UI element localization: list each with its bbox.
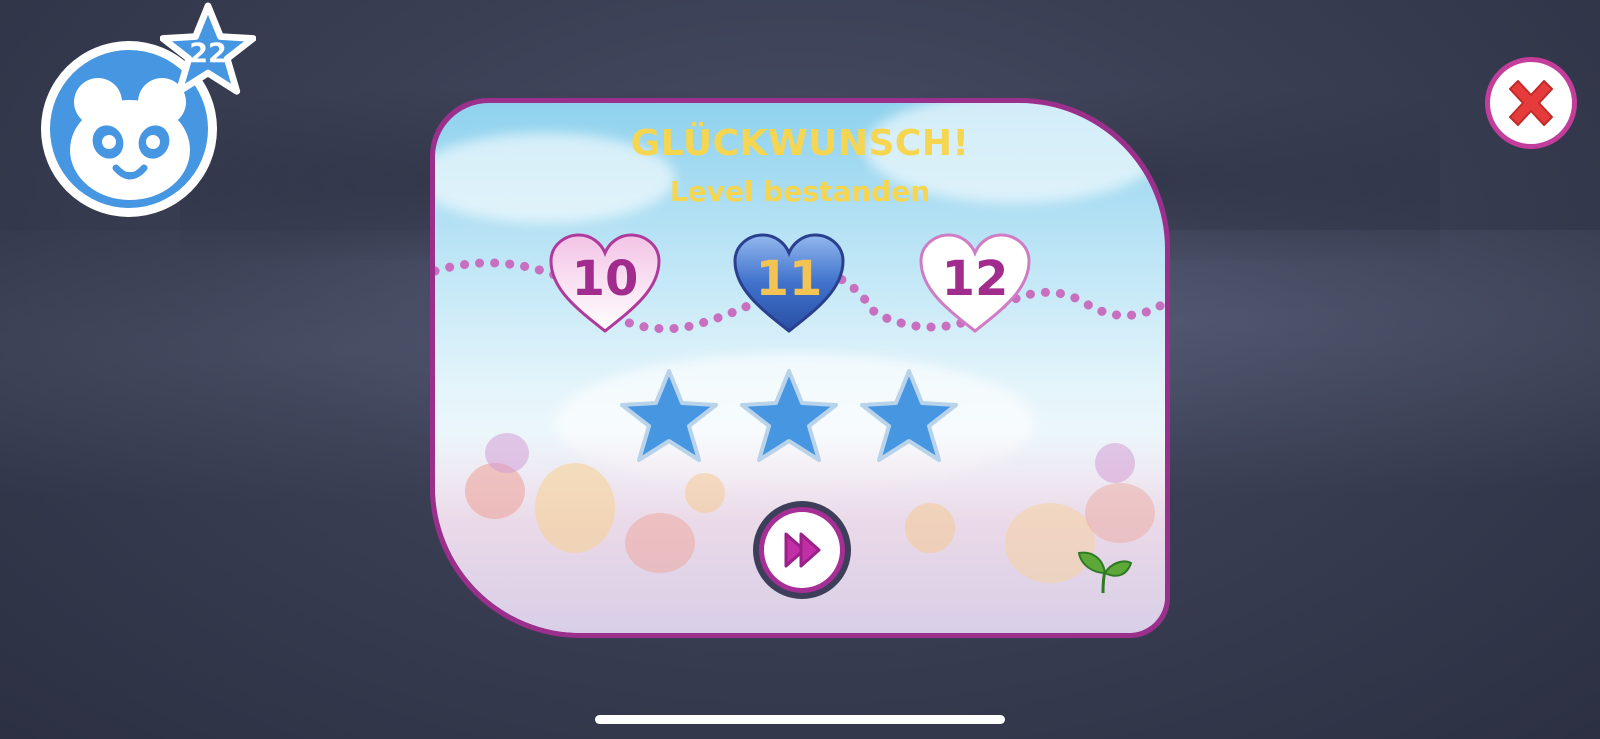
star-badge[interactable]: 22 (159, 2, 257, 98)
level-number: 11 (755, 251, 823, 307)
level-heart-10[interactable]: 10 (547, 231, 663, 337)
star-icon (620, 369, 718, 462)
earned-star-1 (617, 367, 721, 467)
star-count: 22 (189, 37, 227, 69)
close-x-icon (1509, 80, 1553, 126)
star-icon (860, 369, 958, 462)
dialog-background: GLÜCKWUNSCH! Level bestanden 10 11 12 (435, 103, 1165, 633)
level-number: 12 (941, 251, 1009, 307)
next-level-button[interactable] (753, 501, 851, 599)
level-heart-12[interactable]: 12 (917, 231, 1033, 337)
star-icon (740, 369, 838, 462)
sprout-icon (1077, 551, 1133, 594)
earned-star-3 (857, 367, 961, 467)
home-indicator[interactable] (595, 715, 1005, 724)
fast-forward-icon (784, 532, 821, 568)
close-button[interactable] (1485, 57, 1577, 149)
level-heart-11-current[interactable]: 11 (731, 231, 847, 337)
earned-star-2 (737, 367, 841, 467)
level-complete-dialog: GLÜCKWUNSCH! Level bestanden 10 11 12 (430, 98, 1170, 638)
level-number: 10 (571, 251, 639, 307)
